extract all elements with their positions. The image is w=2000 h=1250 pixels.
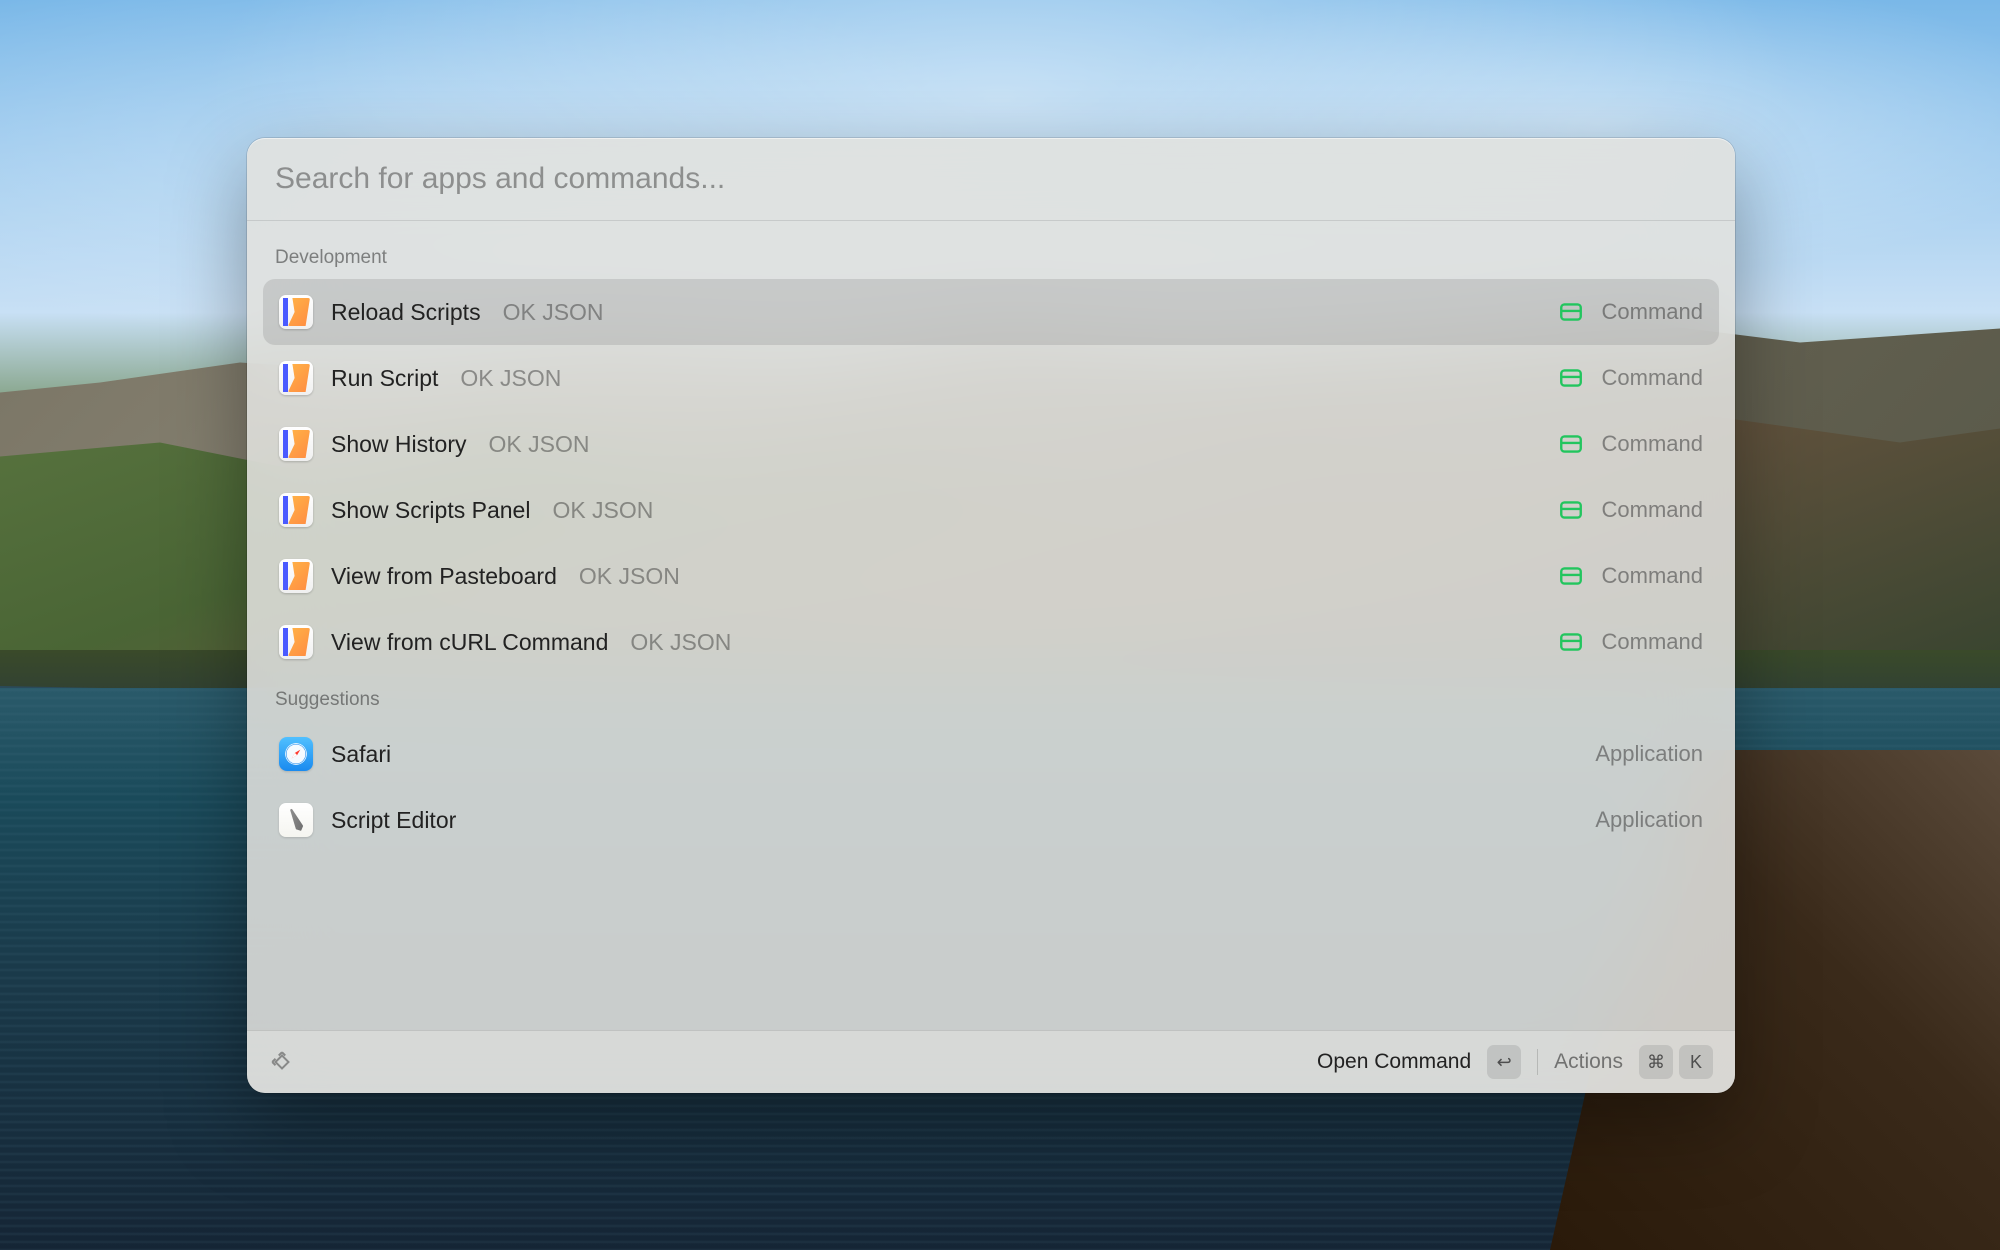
okjson-icon: [279, 361, 313, 395]
footer-divider: [1537, 1049, 1538, 1075]
result-type: Application: [1595, 807, 1703, 833]
result-row-reload-scripts[interactable]: Reload Scripts OK JSON Command: [263, 279, 1719, 345]
okjson-icon: [279, 295, 313, 329]
command-type-icon: [1558, 629, 1584, 655]
actions-shortcut[interactable]: ⌘ K: [1639, 1045, 1713, 1079]
result-type: Application: [1595, 741, 1703, 767]
search-area: [247, 138, 1735, 221]
result-type: Command: [1602, 299, 1703, 325]
result-subtitle: OK JSON: [579, 563, 680, 590]
result-row-run-script[interactable]: Run Script OK JSON Command: [263, 345, 1719, 411]
result-subtitle: OK JSON: [488, 431, 589, 458]
command-type-icon: [1558, 299, 1584, 325]
primary-action-label[interactable]: Open Command: [1317, 1050, 1471, 1074]
result-type: Command: [1602, 431, 1703, 457]
result-title: Show History: [331, 431, 466, 458]
result-title: View from Pasteboard: [331, 563, 557, 590]
result-type: Command: [1602, 563, 1703, 589]
result-subtitle: OK JSON: [503, 299, 604, 326]
result-title: Reload Scripts: [331, 299, 481, 326]
result-row-safari[interactable]: Safari Application: [263, 721, 1719, 787]
result-row-show-history[interactable]: Show History OK JSON Command: [263, 411, 1719, 477]
result-type: Command: [1602, 365, 1703, 391]
okjson-icon: [279, 625, 313, 659]
command-type-icon: [1558, 431, 1584, 457]
launcher-window: Development Reload Scripts OK JSON Comma…: [247, 138, 1735, 1093]
result-subtitle: OK JSON: [630, 629, 731, 656]
results-list[interactable]: Development Reload Scripts OK JSON Comma…: [247, 221, 1735, 1030]
script-editor-icon: [279, 803, 313, 837]
raycast-logo-icon: [269, 1049, 295, 1075]
result-title: View from cURL Command: [331, 629, 608, 656]
result-title: Safari: [331, 741, 391, 768]
okjson-icon: [279, 559, 313, 593]
actions-label[interactable]: Actions: [1554, 1050, 1623, 1074]
result-title: Show Scripts Panel: [331, 497, 530, 524]
command-type-icon: [1558, 365, 1584, 391]
safari-icon: [279, 737, 313, 771]
result-type: Command: [1602, 497, 1703, 523]
k-key-icon: K: [1679, 1045, 1713, 1079]
result-subtitle: OK JSON: [552, 497, 653, 524]
result-row-show-scripts-panel[interactable]: Show Scripts Panel OK JSON Command: [263, 477, 1719, 543]
result-title: Run Script: [331, 365, 438, 392]
cmd-key-icon: ⌘: [1639, 1045, 1673, 1079]
okjson-icon: [279, 493, 313, 527]
section-header-development: Development: [263, 233, 1719, 279]
result-subtitle: OK JSON: [460, 365, 561, 392]
result-row-view-from-pasteboard[interactable]: View from Pasteboard OK JSON Command: [263, 543, 1719, 609]
result-title: Script Editor: [331, 807, 456, 834]
okjson-icon: [279, 427, 313, 461]
footer-bar: Open Command ↩ Actions ⌘ K: [247, 1030, 1735, 1093]
section-header-suggestions: Suggestions: [263, 675, 1719, 721]
command-type-icon: [1558, 563, 1584, 589]
command-type-icon: [1558, 497, 1584, 523]
search-input[interactable]: [275, 162, 1707, 196]
result-row-script-editor[interactable]: Script Editor Application: [263, 787, 1719, 853]
result-row-view-from-curl[interactable]: View from cURL Command OK JSON Command: [263, 609, 1719, 675]
enter-key-icon[interactable]: ↩: [1487, 1045, 1521, 1079]
result-type: Command: [1602, 629, 1703, 655]
